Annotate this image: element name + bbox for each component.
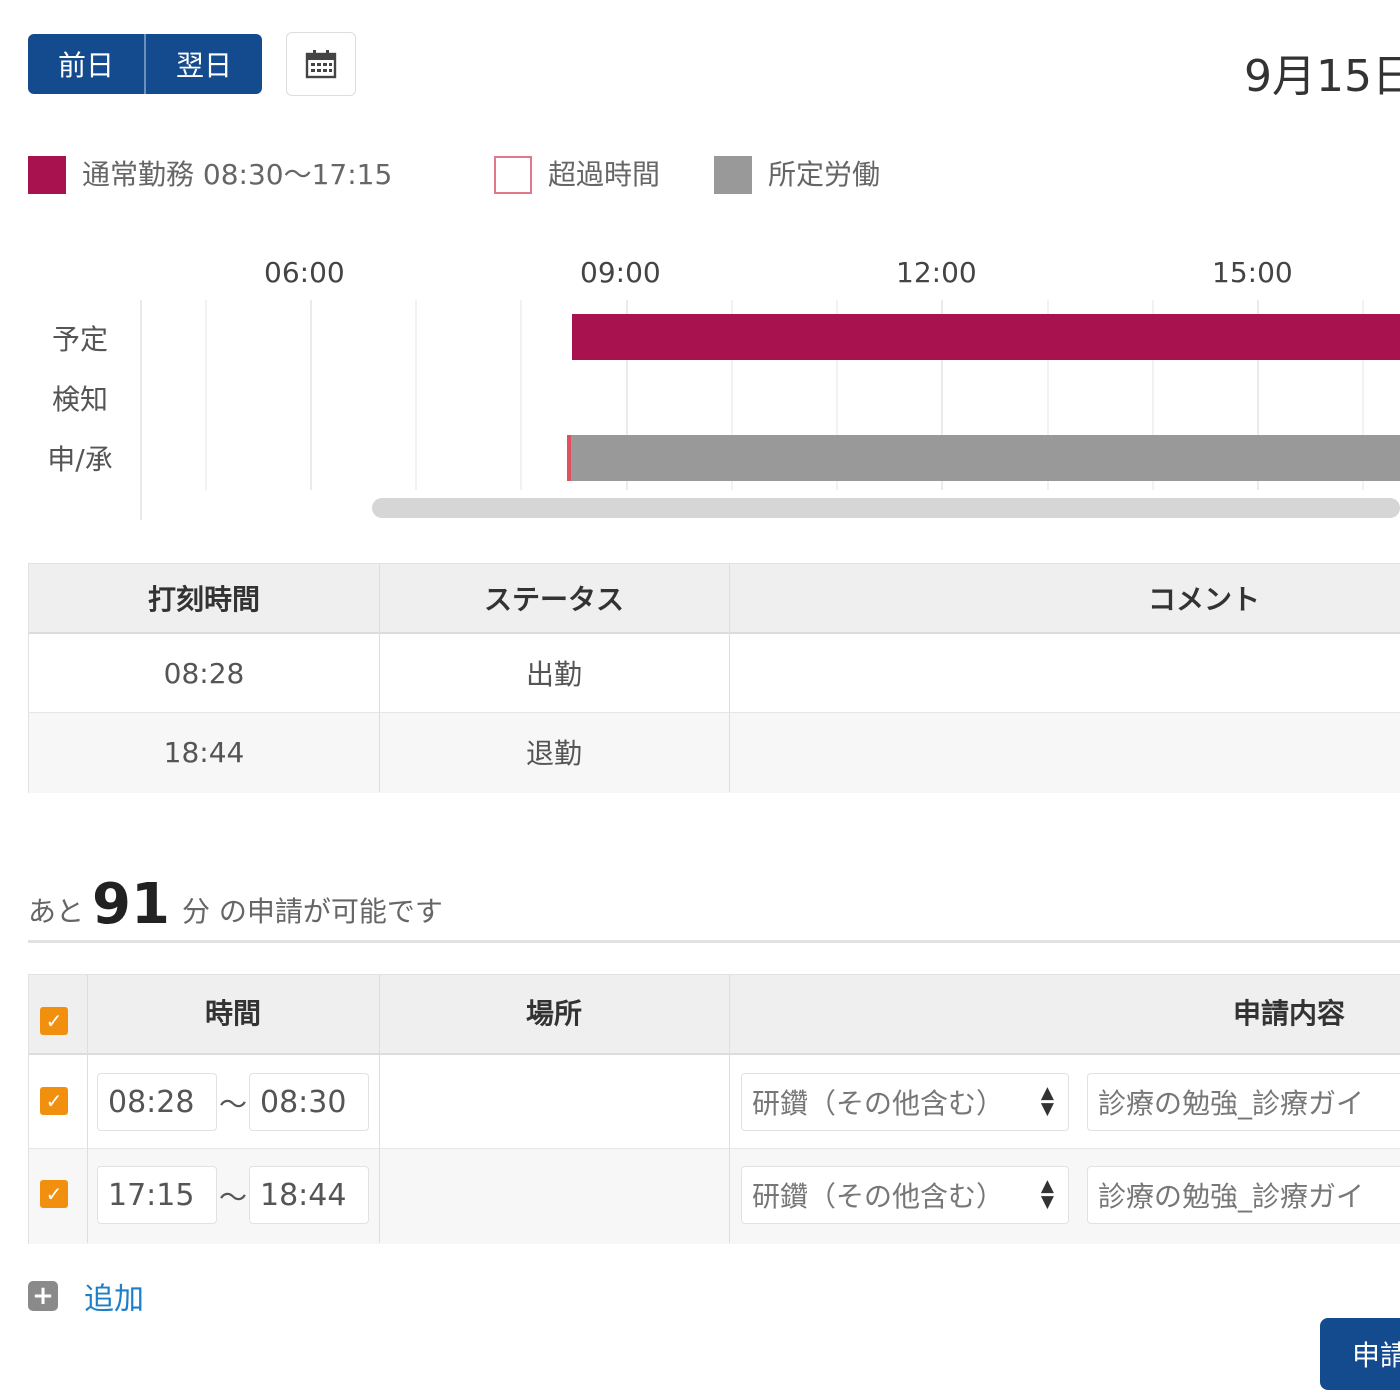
timeline-row-label-request: 申/承 <box>47 443 113 476</box>
add-row-link[interactable]: + 追加 <box>28 1276 144 1317</box>
request-detail-input[interactable]: 診療の勉強_診療ガイ <box>1087 1073 1400 1131</box>
punch-time: 18:44 <box>163 735 245 769</box>
summary-suffix: 分 の申請が可能です <box>181 895 443 928</box>
timeline-scrollbar[interactable] <box>372 498 1400 518</box>
tick-0600: 06:00 <box>264 256 345 289</box>
tick-1500: 15:00 <box>1212 256 1293 289</box>
punch-time: 08:28 <box>163 656 245 690</box>
legend-swatch-normal <box>28 156 66 194</box>
timeline-gridline <box>205 300 207 490</box>
punch-status: 出勤 <box>525 658 582 691</box>
select-arrows-icon: ▲ ▼ <box>1040 1176 1054 1212</box>
select-all-checkbox[interactable]: ✓ <box>40 1007 68 1035</box>
day-nav-group: 前日 翌日 <box>28 34 262 94</box>
row-checkbox[interactable]: ✓ <box>40 1180 68 1208</box>
punch-header-time: 打刻時間 <box>147 583 260 616</box>
column-divider <box>379 975 380 1243</box>
request-type-select[interactable]: 研鑽（その他含む） ▲ ▼ <box>741 1073 1069 1131</box>
request-table: ✓ 時間 場所 申請内容 ✓ 08:28 〜 08:30 研鑽（その他含む） ▲… <box>28 974 1400 1244</box>
request-header-content: 申請内容 <box>1232 997 1345 1030</box>
submit-request-label: 申請 <box>1352 1339 1400 1372</box>
tick-1200: 12:00 <box>896 256 977 289</box>
previous-day-button[interactable]: 前日 <box>28 34 144 94</box>
approved-work-bar <box>571 435 1400 481</box>
time-range-separator: 〜 <box>219 1088 248 1121</box>
next-day-button[interactable]: 翌日 <box>144 34 262 94</box>
legend-swatch-overtime <box>494 156 532 194</box>
punch-header-status: ステータス <box>483 583 624 616</box>
remaining-time-summary: あと 91 分 の申請が可能です <box>28 866 443 936</box>
punch-status: 退勤 <box>525 737 582 770</box>
start-time-input[interactable]: 08:28 <box>97 1073 217 1131</box>
timeline-row-label-detected: 検知 <box>51 383 108 416</box>
scheduled-work-bar <box>572 314 1400 360</box>
legend-label-overtime: 超過時間 <box>548 158 661 191</box>
punch-comment <box>729 634 1400 712</box>
row-checkbox[interactable]: ✓ <box>40 1087 68 1115</box>
remaining-minutes: 91 <box>92 872 170 937</box>
timeline-gridline <box>520 300 522 490</box>
select-arrows-icon: ▲ ▼ <box>1040 1083 1054 1119</box>
submit-request-button[interactable]: 申請 <box>1320 1318 1400 1390</box>
timeline-row-label-plan: 予定 <box>51 323 108 356</box>
add-row-label: 追加 <box>84 1282 144 1317</box>
column-divider <box>729 564 730 792</box>
column-divider <box>87 975 88 1243</box>
tick-0900: 09:00 <box>580 256 661 289</box>
punch-header-comment: コメント <box>1147 583 1260 616</box>
request-type-select[interactable]: 研鑽（その他含む） ▲ ▼ <box>741 1166 1069 1224</box>
end-time-input[interactable]: 08:30 <box>249 1073 369 1131</box>
legend-label-normal: 通常勤務 08:30〜17:15 <box>82 158 393 191</box>
punch-comment <box>729 712 1400 792</box>
request-type-value: 研鑽（その他含む） <box>752 1180 1005 1213</box>
calendar-button[interactable] <box>286 32 356 96</box>
summary-divider <box>28 940 1400 943</box>
current-date: 9月15日 <box>1244 51 1400 102</box>
request-detail-input[interactable]: 診療の勉強_診療ガイ <box>1087 1166 1400 1224</box>
request-header-place: 場所 <box>525 997 582 1030</box>
time-range-separator: 〜 <box>219 1181 248 1214</box>
legend-swatch-scheduled <box>714 156 752 194</box>
calendar-icon <box>305 50 337 79</box>
summary-prefix: あと <box>28 895 85 928</box>
plus-icon: + <box>28 1281 58 1311</box>
timeline-axis <box>140 300 142 520</box>
punch-table: 打刻時間 ステータス コメント 08:28 出勤 18:44 退勤 <box>28 563 1400 793</box>
column-divider <box>729 975 730 1243</box>
column-divider <box>379 564 380 792</box>
legend-label-scheduled: 所定労働 <box>768 158 881 191</box>
timeline-gridline <box>310 300 312 490</box>
timeline-gridline <box>415 300 417 490</box>
end-time-input[interactable]: 18:44 <box>249 1166 369 1224</box>
request-type-value: 研鑽（その他含む） <box>752 1087 1005 1120</box>
request-header-time: 時間 <box>204 997 261 1030</box>
start-time-input[interactable]: 17:15 <box>97 1166 217 1224</box>
